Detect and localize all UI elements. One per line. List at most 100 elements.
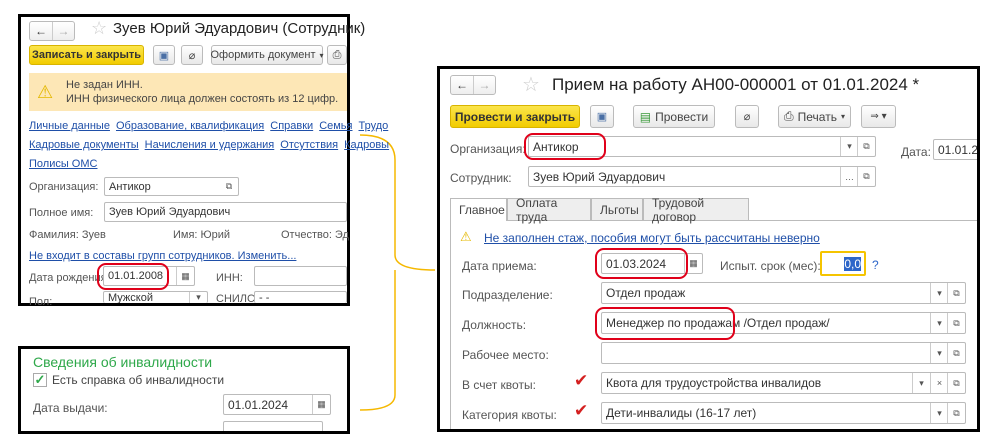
print-button[interactable]: ⎙ Печать ▾ [778,105,851,128]
link-hr[interactable]: Кадровы [344,139,389,151]
save-icon[interactable]: ▣ [590,105,614,128]
forward-arrow-icon[interactable]: → [473,76,495,94]
full-name-field[interactable]: Зуев Юрий Эдуардович [104,202,347,222]
more-actions-button[interactable]: ⇒ ▾ [861,105,896,128]
save-icon[interactable]: ▣ [153,45,175,65]
next-field[interactable] [223,421,323,431]
probation-label: Испыт. срок (мес): [720,259,821,273]
quota-value: Квота для трудоустройства инвалидов [606,376,822,390]
gender-label: Пол: [29,296,53,308]
calendar-icon[interactable]: ▦ [312,395,330,414]
issue-document-label: Оформить документ [210,49,316,61]
organization-label: Организация: [29,181,99,193]
position-label: Должность: [462,318,527,332]
print-icon[interactable]: ⎙ [327,45,347,65]
clear-icon[interactable]: × [930,373,948,393]
open-icon[interactable]: ⧉ [947,403,965,423]
calendar-icon[interactable]: ▦ [176,267,194,285]
warning-banner: ⚠ Не задан ИНН. ИНН физического лица дол… [29,73,347,111]
links-row-1: Личные данные Образование, квалификация … [29,120,388,132]
window-title: Прием на работу АН00-000001 от 01.01.202… [552,75,920,94]
attach-icon[interactable]: ⌀ [735,105,759,128]
print-icon: ⎙ [784,109,794,123]
link-labor[interactable]: Трудо [359,120,389,132]
forward-arrow-icon[interactable]: → [52,22,74,40]
attach-icon[interactable]: ⌀ [181,45,203,65]
gender-select[interactable]: Мужской ▾ [103,291,208,303]
issue-date-field[interactable]: 01.01.2024 ▦ [223,394,331,415]
open-icon[interactable]: ⧉ [947,373,965,393]
favorite-star-icon[interactable]: ☆ [91,18,107,39]
quota-category-field[interactable]: Дети-инвалиды (16-17 лет) ▾ ⧉ [601,402,966,424]
save-close-button[interactable]: Записать и закрыть [29,45,144,65]
tabs: Главное Оплата труда Льготы Трудовой дог… [450,196,977,224]
tab-payment[interactable]: Оплата труда [507,196,591,224]
link-family[interactable]: Семья [319,120,352,132]
open-icon[interactable]: ⧉ [857,137,875,156]
quota-category-value: Дети-инвалиды (16-17 лет) [606,406,757,420]
open-icon[interactable]: ⧉ [857,167,875,186]
chevron-down-icon[interactable]: ▾ [930,283,948,303]
post-icon: ▤ [639,109,652,124]
date-field[interactable]: 01.01.20 [933,139,977,160]
checkmark-icon: ✔ [574,401,589,420]
tab-benefits[interactable]: Льготы [591,198,643,220]
tab-panel-border [450,221,451,429]
open-icon[interactable]: ⧉ [220,178,238,195]
issue-document-button[interactable]: Оформить документ ▾ [210,45,324,65]
organization-field[interactable]: Антикор ⧉ [104,177,239,196]
open-icon[interactable]: ⧉ [947,343,965,363]
disability-checkbox[interactable]: ✓ [33,373,47,387]
quota-category-label: Категория квоты: [462,408,557,422]
employee-field[interactable]: Зуев Юрий Эдуардович … ⧉ [528,166,876,187]
employee-value: Зуев Юрий Эдуардович [533,169,666,184]
inn-field[interactable] [254,266,347,286]
quota-label: В счет квоты: [462,378,536,392]
chevron-down-icon[interactable]: ▾ [840,137,858,156]
open-icon[interactable]: ⧉ [947,313,965,333]
print-label: Печать [797,109,837,124]
disability-title: Сведения об инвалидности [33,354,213,370]
chevron-down-icon: ▾ [840,112,845,121]
workplace-field[interactable]: ▾ ⧉ [601,342,966,364]
chevron-down-icon[interactable]: ▾ [930,403,948,423]
favorite-star-icon[interactable]: ☆ [522,72,540,97]
probation-field[interactable]: 0,0 [820,251,866,276]
tab-main[interactable]: Главное [450,198,507,221]
chevron-down-icon[interactable]: ▾ [189,292,207,303]
quota-field[interactable]: Квота для трудоустройства инвалидов ▾ × ⧉ [601,372,966,394]
snils-field[interactable]: - - [254,291,347,303]
link-absences[interactable]: Отсутствия [280,139,338,151]
link-hr-documents[interactable]: Кадровые документы [29,139,139,151]
link-oms[interactable]: Полисы ОМС [29,158,97,170]
post-close-button[interactable]: Провести и закрыть [450,105,580,128]
back-arrow-icon[interactable]: ← [451,76,473,94]
workplace-label: Рабочее место: [462,348,549,362]
department-field[interactable]: Отдел продаж ▾ ⧉ [601,282,966,304]
post-button[interactable]: ▤ Провести [633,105,715,128]
link-education[interactable]: Образование, квалификация [116,120,264,132]
employee-label: Сотрудник: [450,171,512,185]
issue-date-label: Дата выдачи: [33,401,108,415]
link-certificates[interactable]: Справки [270,120,313,132]
groups-link[interactable]: Не входит в составы групп сотрудников. И… [29,250,296,262]
highlight-birth-date [97,263,169,290]
open-icon[interactable]: ⧉ [947,283,965,303]
seniority-warning-link[interactable]: Не заполнен стаж, пособия могут быть рас… [484,231,820,245]
help-icon[interactable]: ? [872,258,879,272]
select-ellipsis-icon[interactable]: … [840,167,858,186]
probation-value: 0,0 [844,256,861,271]
tab-contract[interactable]: Трудовой договор [643,196,749,224]
chevron-down-icon[interactable]: ▾ [930,313,948,333]
full-name-label: Полное имя: [29,207,94,219]
link-accruals[interactable]: Начисления и удержания [145,139,275,151]
chevron-down-icon[interactable]: ▾ [912,373,930,393]
chevron-down-icon[interactable]: ▾ [930,343,948,363]
surname: Фамилия: Зуев [29,229,106,241]
full-name-value: Зуев Юрий Эдуардович [109,206,231,218]
hire-document-window: ← → ☆ Прием на работу АН00-000001 от 01.0… [437,66,980,432]
snils-value: - - [259,291,270,303]
back-arrow-icon[interactable]: ← [30,22,52,40]
nav-buttons: ← → [450,75,496,95]
link-personal[interactable]: Личные данные [29,120,110,132]
